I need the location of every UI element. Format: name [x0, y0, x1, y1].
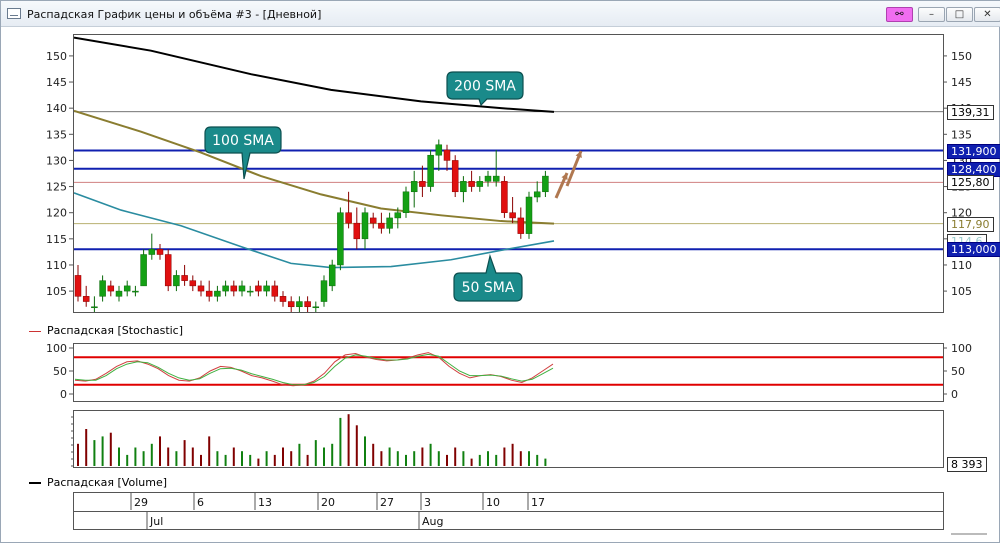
stochastic-pane[interactable]	[73, 343, 944, 402]
price-tick-left: 125	[46, 181, 67, 194]
date-axis[interactable]	[73, 492, 944, 530]
price-tick-left: 135	[46, 128, 67, 141]
date-axis-divider	[74, 511, 943, 512]
stoch-tick-left: 0	[60, 388, 67, 401]
price-level-label: 113,000	[947, 242, 1000, 258]
volume-last-value: 8 393	[947, 457, 987, 472]
stoch-tick-right: 0	[951, 388, 958, 401]
price-level-label: 139,31	[947, 104, 994, 120]
price-level-label: 117,90	[947, 216, 994, 232]
volume-legend-text: Распадская [Volume]	[47, 476, 168, 489]
price-tick-left: 130	[46, 154, 67, 167]
price-tick-left: 140	[46, 102, 67, 115]
price-tick-right: 150	[951, 50, 972, 63]
volume-legend: Распадская [Volume]	[29, 476, 167, 489]
window-app-icon	[7, 8, 21, 19]
stoch-tick-left: 100	[46, 342, 67, 355]
stochastic-legend-swatch	[29, 330, 41, 332]
title-bar[interactable]: Распадская График цены и объёма #3 - [Дн…	[1, 1, 1000, 27]
stoch-tick-right: 50	[951, 365, 965, 378]
price-level-label: 125,80	[947, 175, 994, 191]
price-tick-left: 120	[46, 207, 67, 220]
price-tick-left: 115	[46, 233, 67, 246]
chart-window: Распадская График цены и объёма #3 - [Дн…	[0, 0, 1000, 543]
price-chart-area[interactable]	[73, 34, 944, 313]
price-tick-left: 110	[46, 259, 67, 272]
minimize-button[interactable]: –	[918, 7, 945, 22]
stochastic-legend: Распадская [Stochastic]	[29, 324, 183, 337]
link-button[interactable]: ⚯	[886, 7, 913, 22]
price-tick-right: 145	[951, 76, 972, 89]
volume-pane[interactable]	[73, 410, 944, 468]
close-button[interactable]: ✕	[974, 7, 1000, 22]
price-tick-right: 110	[951, 259, 972, 272]
price-axis-line	[943, 34, 944, 313]
stoch-tick-left: 50	[53, 365, 67, 378]
resize-grip[interactable]	[951, 533, 987, 535]
stoch-tick-right: 100	[951, 342, 972, 355]
price-tick-right: 135	[951, 128, 972, 141]
window-title: Распадская График цены и объёма #3 - [Дн…	[27, 8, 322, 21]
stochastic-legend-text: Распадская [Stochastic]	[47, 324, 184, 337]
volume-legend-swatch	[29, 482, 41, 484]
price-tick-left: 150	[46, 50, 67, 63]
price-level-label: 131,900	[947, 143, 1000, 159]
price-tick-left: 105	[46, 285, 67, 298]
maximize-button[interactable]: □	[946, 7, 973, 22]
price-tick-left: 145	[46, 76, 67, 89]
price-tick-right: 105	[951, 285, 972, 298]
